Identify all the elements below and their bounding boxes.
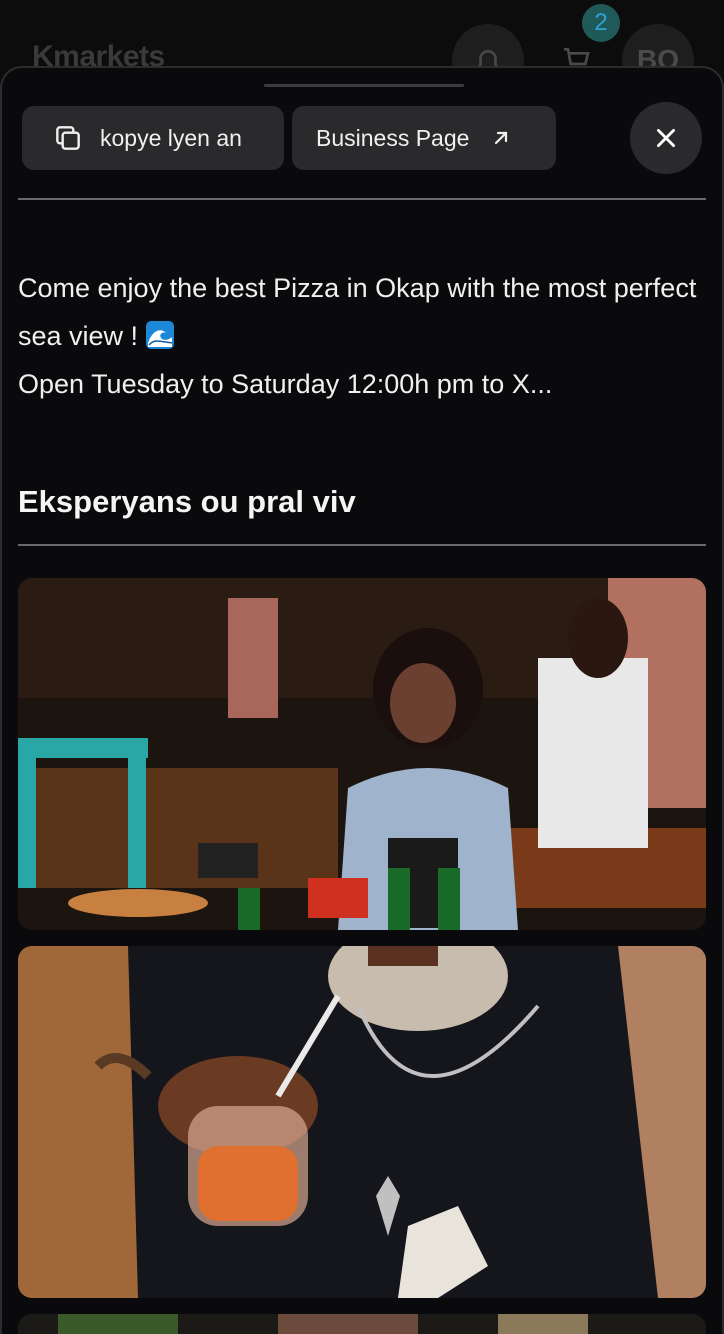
business-page-label: Business Page [316,124,470,151]
restaurant-photo-2 [18,946,706,1298]
wave-emoji-icon [145,321,174,349]
external-link-icon [495,131,508,145]
copy-link-label: kopye lyen an [100,124,242,151]
gallery-photo[interactable] [18,946,706,1298]
divider [18,544,706,546]
divider [18,198,706,200]
close-button[interactable] [630,102,702,174]
drag-handle[interactable] [264,84,464,87]
restaurant-photo-1 [18,578,706,930]
gallery-photo[interactable] [18,578,706,930]
restaurant-photo-3 [18,1314,706,1334]
business-detail-sheet: kopye lyen an Business Page Come enjoy t… [0,66,724,1334]
gallery-photo[interactable] [18,1314,706,1334]
section-title: Eksperyans ou pral viv [18,484,356,519]
business-description: Come enjoy the best Pizza in Okap with t… [18,264,698,408]
close-icon [657,129,675,147]
description-line-2: Open Tuesday to Saturday 12:00h pm to X.… [18,369,553,399]
copy-icon [56,126,80,150]
copy-link-button[interactable]: kopye lyen an [22,106,284,170]
cart-count-badge: 2 [582,4,620,42]
description-line-1: Come enjoy the best Pizza in Okap with t… [18,273,697,351]
business-page-button[interactable]: Business Page [292,106,556,170]
